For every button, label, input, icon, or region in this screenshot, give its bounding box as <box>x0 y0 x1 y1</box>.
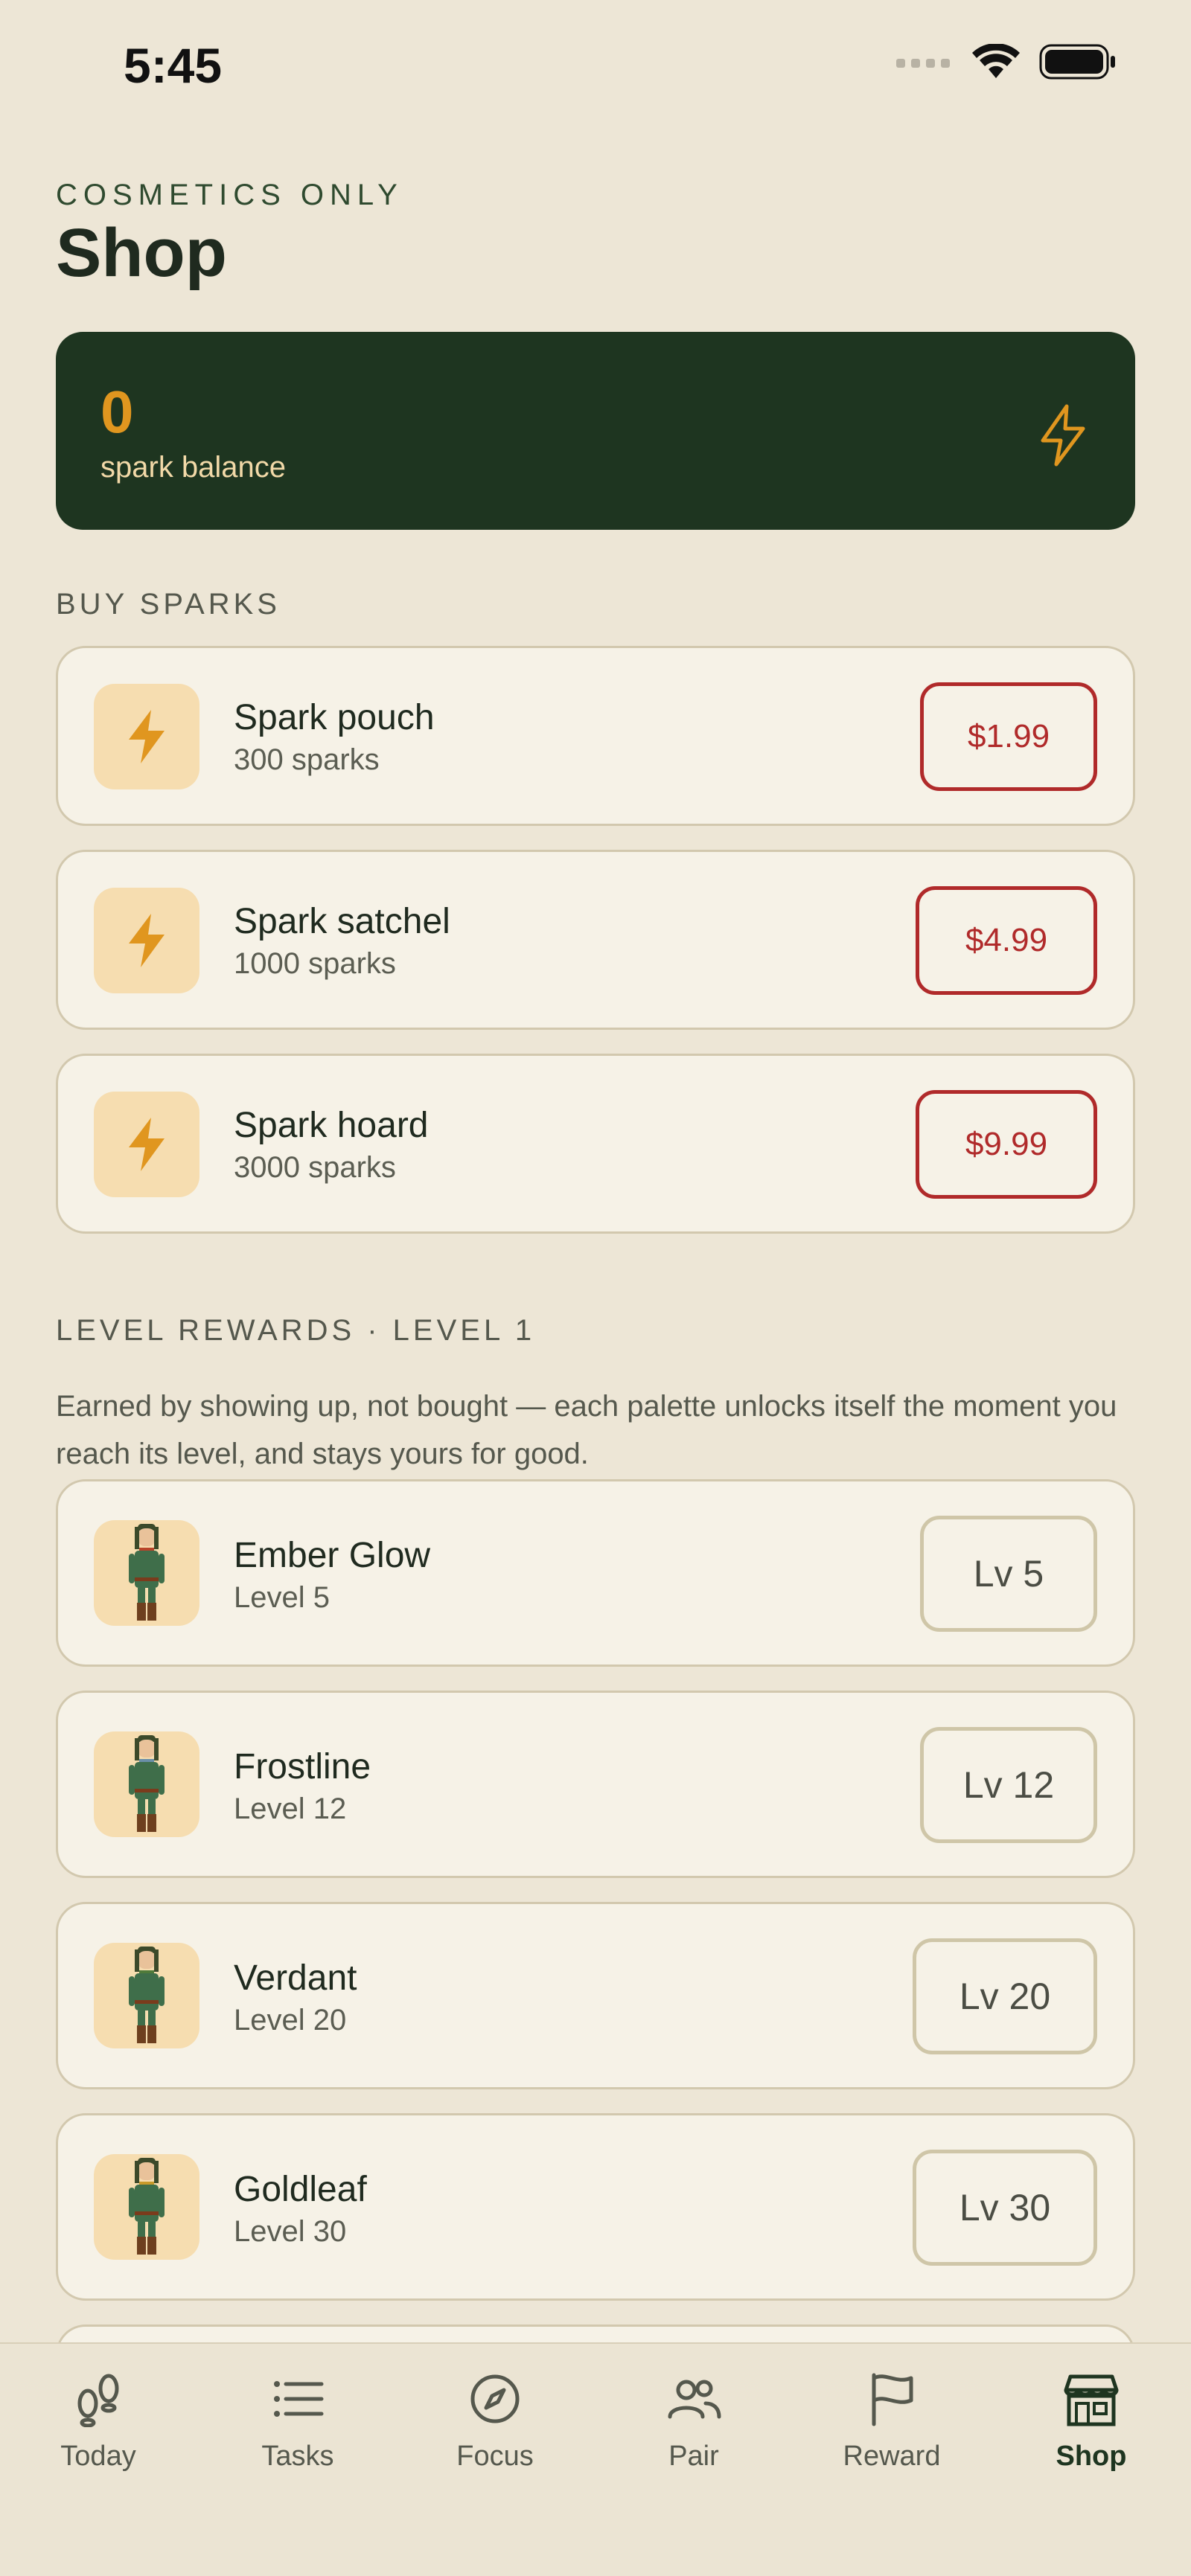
palette-title: Frostline <box>234 1747 371 1787</box>
spark-pack-title: Spark satchel <box>234 902 450 941</box>
tab-reward[interactable]: Reward <box>810 2371 974 2519</box>
reward-palette-card[interactable]: Goldleaf Level 30 Lv 30 <box>56 2113 1135 2301</box>
spark-pack-card: Spark pouch 300 sparks $1.99 <box>56 646 1135 826</box>
spark-pack-amount: 1000 sparks <box>234 947 396 980</box>
page-title: Shop <box>56 215 227 291</box>
buy-spark-pouch-button[interactable]: $1.99 <box>920 682 1097 791</box>
palette-level-requirement: Level 20 <box>234 2004 347 2037</box>
reward-palette-card[interactable]: Verdant Level 20 Lv 20 <box>56 1902 1135 2089</box>
tab-label: Tasks <box>261 2441 334 2472</box>
character-avatar <box>94 2154 199 2260</box>
page-eyebrow: COSMETICS ONLY <box>56 179 403 211</box>
palette-level-requirement: Level 5 <box>234 1581 330 1614</box>
character-icon <box>129 1735 165 1832</box>
tab-bar: Today Tasks Focus Pair Reward Shop <box>0 2342 1191 2576</box>
battery-icon <box>1039 44 1115 80</box>
status-time: 5:45 <box>124 38 223 93</box>
character-icon <box>129 1524 165 1621</box>
status-icons <box>896 43 1117 80</box>
tab-label: Focus <box>456 2441 534 2472</box>
tab-label: Pair <box>668 2441 719 2472</box>
reward-palette-card[interactable]: Ember Glow Level 5 Lv 5 <box>56 1479 1135 1667</box>
palette-title: Verdant <box>234 1958 357 1998</box>
level-lock-badge: Lv 20 <box>913 1938 1097 2054</box>
spark-pack-card: Spark satchel 1000 sparks $4.99 <box>56 850 1135 1030</box>
tab-label: Reward <box>843 2441 941 2472</box>
character-icon <box>129 2158 165 2255</box>
wifi-icon <box>972 44 1020 78</box>
tab-label: Today <box>60 2441 136 2472</box>
character-avatar <box>94 1731 199 1837</box>
spark-balance-value: 0 <box>100 379 134 445</box>
spark-balance-card: 0 spark balance <box>56 332 1135 530</box>
compass-icon <box>470 2374 520 2423</box>
list-icon <box>274 2381 324 2417</box>
level-rewards-label: LEVEL REWARDS · LEVEL 1 <box>56 1314 536 1347</box>
tab-pair[interactable]: Pair <box>612 2371 776 2519</box>
spark-balance-label: spark balance <box>100 451 287 484</box>
tab-today[interactable]: Today <box>16 2371 180 2519</box>
tab-shop[interactable]: Shop <box>1009 2371 1173 2519</box>
spark-pack-card: Spark hoard 3000 sparks $9.99 <box>56 1054 1135 1234</box>
level-lock-badge: Lv 12 <box>920 1727 1097 1843</box>
storefront-icon <box>1064 2374 1119 2426</box>
level-lock-badge: Lv 30 <box>913 2150 1097 2266</box>
spark-thumbnail <box>94 1092 199 1197</box>
lightning-icon <box>129 710 165 763</box>
footsteps-icon <box>77 2374 119 2427</box>
buy-sparks-label: BUY SPARKS <box>56 588 281 621</box>
palette-title: Ember Glow <box>234 1536 431 1575</box>
character-icon <box>129 1947 165 2043</box>
character-avatar <box>94 1520 199 1626</box>
people-icon <box>668 2380 721 2419</box>
spark-pack-amount: 3000 sparks <box>234 1151 396 1184</box>
buy-spark-hoard-button[interactable]: $9.99 <box>916 1090 1097 1199</box>
spark-pack-title: Spark pouch <box>234 698 435 737</box>
lightning-icon <box>129 914 165 967</box>
buy-spark-satchel-button[interactable]: $4.99 <box>916 886 1097 995</box>
palette-level-requirement: Level 30 <box>234 2215 347 2248</box>
status-bar: 5:45 <box>0 0 1191 134</box>
level-rewards-description: Earned by showing up, not bought — each … <box>56 1390 1117 1470</box>
spark-thumbnail <box>94 684 199 789</box>
character-avatar <box>94 1943 199 2048</box>
level-lock-badge: Lv 5 <box>920 1516 1097 1632</box>
spark-pack-amount: 300 sparks <box>234 743 380 776</box>
cellular-signal-icon <box>896 59 950 68</box>
spark-pack-title: Spark hoard <box>234 1106 429 1145</box>
palette-level-requirement: Level 12 <box>234 1792 347 1825</box>
flag-icon <box>872 2373 913 2426</box>
tab-focus[interactable]: Focus <box>413 2371 577 2519</box>
reward-palette-card[interactable]: Frostline Level 12 Lv 12 <box>56 1691 1135 1878</box>
tab-tasks[interactable]: Tasks <box>216 2371 380 2519</box>
lightning-icon <box>129 1118 165 1171</box>
tab-label: Shop <box>1056 2441 1127 2472</box>
spark-thumbnail <box>94 888 199 993</box>
palette-title: Goldleaf <box>234 2170 367 2209</box>
lightning-outline-icon <box>1041 404 1085 467</box>
